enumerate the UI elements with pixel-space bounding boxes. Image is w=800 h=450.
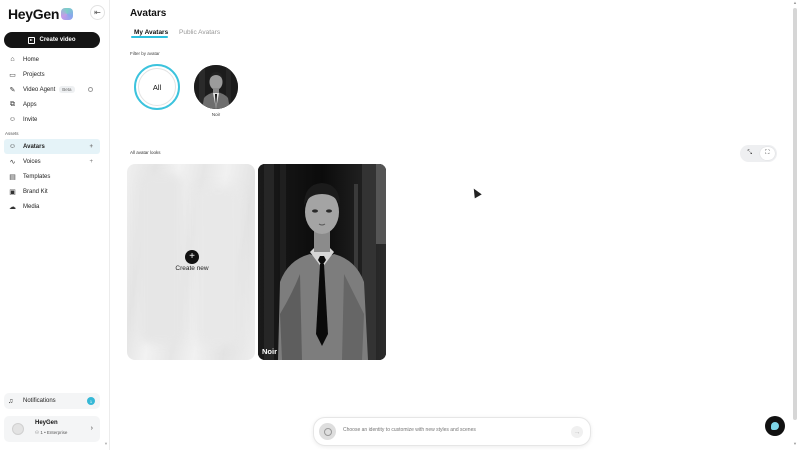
waveform-icon: ∿ [9, 158, 16, 166]
chevron-right-icon: › [90, 425, 93, 432]
all-looks-label: All avatar looks [130, 150, 161, 155]
sidebar-item-invite[interactable]: ☺ Invite [4, 112, 100, 127]
assets-nav: ☺ Avatars + ∿ Voices + ▤ Templates ▣ Bra… [4, 139, 100, 214]
send-arrow-button[interactable]: → [571, 426, 583, 438]
cloud-icon: ☁ [9, 203, 16, 211]
beta-badge: Beta [59, 86, 75, 93]
main-nav: ⌂ Home ▭ Projects ✎ Video Agent Beta ⧉ A… [4, 52, 100, 127]
filter-all-inner: All [138, 68, 176, 106]
shrink-view-button[interactable]: ⤡ [742, 147, 758, 160]
sidebar-item-templates[interactable]: ▤ Templates [4, 169, 100, 184]
add-voice-icon[interactable]: + [89, 159, 93, 165]
tab-public-avatars[interactable]: Public Avatars [179, 29, 220, 36]
sidebar-item-label: Avatars [23, 143, 45, 150]
view-size-toggle: ⤡ ⛶ [740, 145, 777, 162]
user-plus-icon: ☺ [8, 116, 17, 123]
plan-name: Enterprise [46, 430, 68, 435]
wand-icon: ✎ [9, 86, 16, 94]
video-play-icon [28, 36, 36, 44]
sidebar-item-label: Projects [23, 71, 45, 78]
filter-by-avatar-label: Filter by avatar [130, 51, 160, 56]
template-icon: ▤ [9, 173, 16, 181]
sidebar-item-voices[interactable]: ∿ Voices + [4, 154, 100, 169]
filter-all-avatars[interactable]: All [134, 64, 180, 110]
notifications-label: Notifications [23, 398, 56, 404]
page-title: Avatars [130, 8, 167, 19]
sidebar-item-label: Media [23, 203, 40, 210]
sidebar-item-label: Brand Kit [23, 188, 48, 195]
expand-view-button[interactable]: ⛶ [759, 147, 775, 160]
create-new-avatar-card[interactable]: + [127, 164, 255, 360]
sidebar-item-projects[interactable]: ▭ Projects [4, 67, 100, 82]
workspace-meta: ⚇ 1 • Enterprise [35, 430, 67, 436]
apps-icon: ⧉ [10, 100, 15, 108]
video-icon: ▭ [9, 71, 16, 79]
avatar-card-noir[interactable] [258, 164, 386, 360]
logo-text: HeyGen [8, 6, 60, 22]
identity-prompt-input[interactable] [343, 427, 563, 433]
noir-avatar-image [258, 164, 386, 360]
brand-kit-icon: ▣ [9, 188, 16, 196]
notifications-count-badge: 1 [87, 397, 95, 405]
avatar-icon: ☺ [8, 143, 17, 150]
sidebar-item-label: Invite [23, 116, 38, 123]
chat-support-button[interactable] [765, 416, 785, 436]
home-icon: ⌂ [10, 56, 15, 63]
member-count: 1 [40, 430, 43, 435]
identity-prompt-bar: → [313, 417, 591, 446]
sidebar-item-label: Templates [23, 173, 51, 180]
sidebar-item-label: Video Agent [23, 86, 56, 93]
sidebar-item-home[interactable]: ⌂ Home [4, 52, 100, 67]
notifications-button[interactable]: ♫ Notifications 1 [4, 393, 100, 409]
members-icon: ⚇ [35, 430, 40, 435]
filter-all-label: All [152, 82, 162, 92]
logo-mark-icon [61, 8, 74, 20]
sidebar-item-media[interactable]: ☁ Media [4, 199, 100, 214]
workspace-avatar [12, 423, 24, 435]
add-avatar-icon[interactable]: + [89, 144, 93, 150]
sidebar: HeyGen ⇤ Create video ⌂ Home ▭ Projects … [0, 0, 110, 450]
noir-thumbnail-image [194, 65, 238, 109]
collapse-sidebar-button[interactable]: ⇤ [90, 5, 105, 20]
sidebar-scroll-down-icon[interactable]: ▼ [104, 441, 108, 446]
filter-avatar-name: Noir [211, 112, 221, 117]
sidebar-item-label: Home [23, 56, 40, 63]
main-scrollbar-thumb[interactable] [793, 8, 797, 420]
identity-picker-button[interactable] [319, 423, 336, 440]
workspace-name: HeyGen [35, 420, 58, 426]
sidebar-item-avatars[interactable]: ☺ Avatars + [4, 139, 100, 154]
plus-icon: + [185, 250, 199, 264]
scroll-up-icon[interactable]: ▲ [793, 0, 797, 5]
sidebar-item-brand-kit[interactable]: ▣ Brand Kit [4, 184, 100, 199]
chat-bubble-icon [771, 422, 779, 430]
collapse-left-icon: ⇤ [94, 8, 101, 17]
sidebar-item-label: Voices [23, 158, 41, 165]
create-video-label: Create video [39, 37, 76, 43]
sidebar-item-video-agent[interactable]: ✎ Video Agent Beta [4, 82, 100, 97]
target-icon [323, 427, 332, 436]
avatar-card-name: Noir [262, 347, 277, 356]
bell-icon: ♫ [8, 397, 14, 405]
create-video-button[interactable]: Create video [4, 32, 100, 48]
account-switcher[interactable]: HeyGen ⚇ 1 • Enterprise › [4, 416, 100, 442]
mouse-cursor-icon [470, 186, 482, 199]
placeholder-blur [139, 174, 183, 344]
sidebar-item-label: Apps [23, 101, 37, 108]
active-tab-indicator [131, 36, 168, 38]
assets-section-label: Assets [5, 131, 19, 136]
info-icon[interactable] [88, 87, 93, 92]
sidebar-item-apps[interactable]: ⧉ Apps [4, 97, 100, 112]
scroll-down-icon[interactable]: ▼ [793, 441, 797, 446]
filter-avatar-noir[interactable] [194, 65, 238, 109]
tab-my-avatars[interactable]: My Avatars [134, 29, 168, 36]
